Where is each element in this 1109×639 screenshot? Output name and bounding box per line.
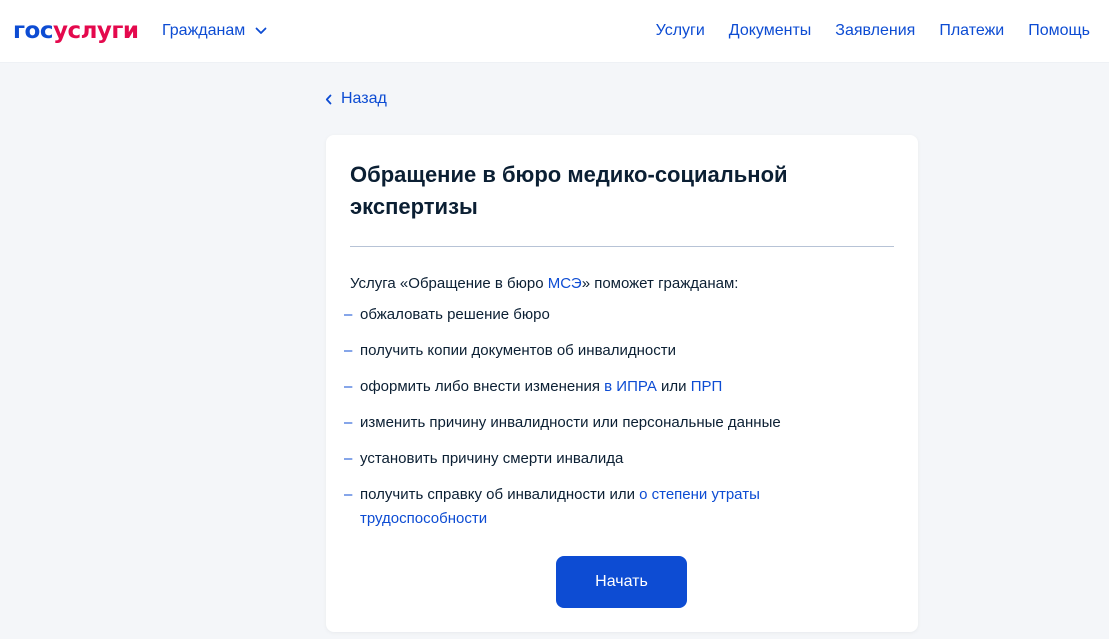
start-button[interactable]: Начать: [556, 556, 687, 608]
page-title: Обращение в бюро медико-социальной экспе…: [350, 162, 788, 219]
citizens-menu-label: Гражданам: [162, 22, 246, 39]
list-item-text: оформить либо внести изменения: [360, 378, 605, 395]
nav-applications[interactable]: Заявления: [835, 21, 915, 41]
list-dash: –: [344, 306, 353, 323]
nav-payments[interactable]: Платежи: [939, 21, 1004, 41]
nav-services[interactable]: Услуги: [656, 21, 705, 41]
logo-part-uslugi: услуги: [52, 18, 139, 44]
list-item: – получить справку об инвалидности или о…: [344, 483, 860, 531]
mse-link[interactable]: МСЭ: [548, 275, 582, 292]
list-item: – оформить либо внести изменения в ИПРА …: [344, 375, 860, 399]
list-item-text: или: [656, 378, 691, 395]
list-dash: –: [344, 486, 353, 503]
main-nav: Услуги Документы Заявления Платежи Помощ…: [632, 21, 1090, 41]
prp-link[interactable]: ПРП: [691, 378, 723, 395]
intro-text-end: » поможет гражданам:: [581, 275, 739, 292]
chevron-down-icon: [255, 27, 267, 34]
intro-text-start: Услуга «Обращение в бюро: [350, 275, 548, 292]
top-header: госуслуги Гражданам Услуги Документы Зая…: [0, 0, 1109, 62]
list-item-text: получить справку об инвалидности или: [360, 486, 640, 503]
chevron-left-icon: [325, 94, 332, 104]
back-link-label: Назад: [341, 90, 387, 107]
service-card: Обращение в бюро медико-социальной экспе…: [326, 135, 918, 632]
disability-degree-link[interactable]: о степени утраты: [639, 486, 760, 503]
list-item-text: изменить причину инвалидности или персон…: [360, 414, 781, 431]
logo-part-gos: гос: [13, 18, 53, 44]
ipra-link[interactable]: в ИПРА: [604, 378, 657, 395]
list-dash: –: [344, 342, 353, 359]
nav-documents[interactable]: Документы: [729, 21, 811, 41]
list-item-text: получить копии документов об инвалидност…: [360, 342, 676, 359]
title-divider: [350, 246, 894, 247]
list-item-text: установить причину смерти инвалида: [360, 450, 624, 467]
list-item: – изменить причину инвалидности или перс…: [344, 411, 860, 435]
list-item-text: обжаловать решение бюро: [360, 306, 550, 323]
back-link[interactable]: Назад: [325, 89, 387, 109]
list-item: – обжаловать решение бюро: [344, 303, 860, 327]
service-intro: Услуга «Обращение в бюро МСЭ» поможет гр…: [350, 274, 738, 294]
list-item: – получить копии документов об инвалидно…: [344, 339, 860, 363]
list-item: – установить причину смерти инвалида: [344, 447, 860, 471]
gosuslugi-logo[interactable]: госуслуги: [13, 17, 139, 45]
list-dash: –: [344, 378, 353, 395]
list-dash: –: [344, 450, 353, 467]
list-dash: –: [344, 414, 353, 431]
disability-degree-link-cont[interactable]: трудоспособности: [360, 510, 487, 527]
nav-help[interactable]: Помощь: [1028, 21, 1090, 41]
citizens-menu[interactable]: Гражданам: [162, 21, 267, 41]
